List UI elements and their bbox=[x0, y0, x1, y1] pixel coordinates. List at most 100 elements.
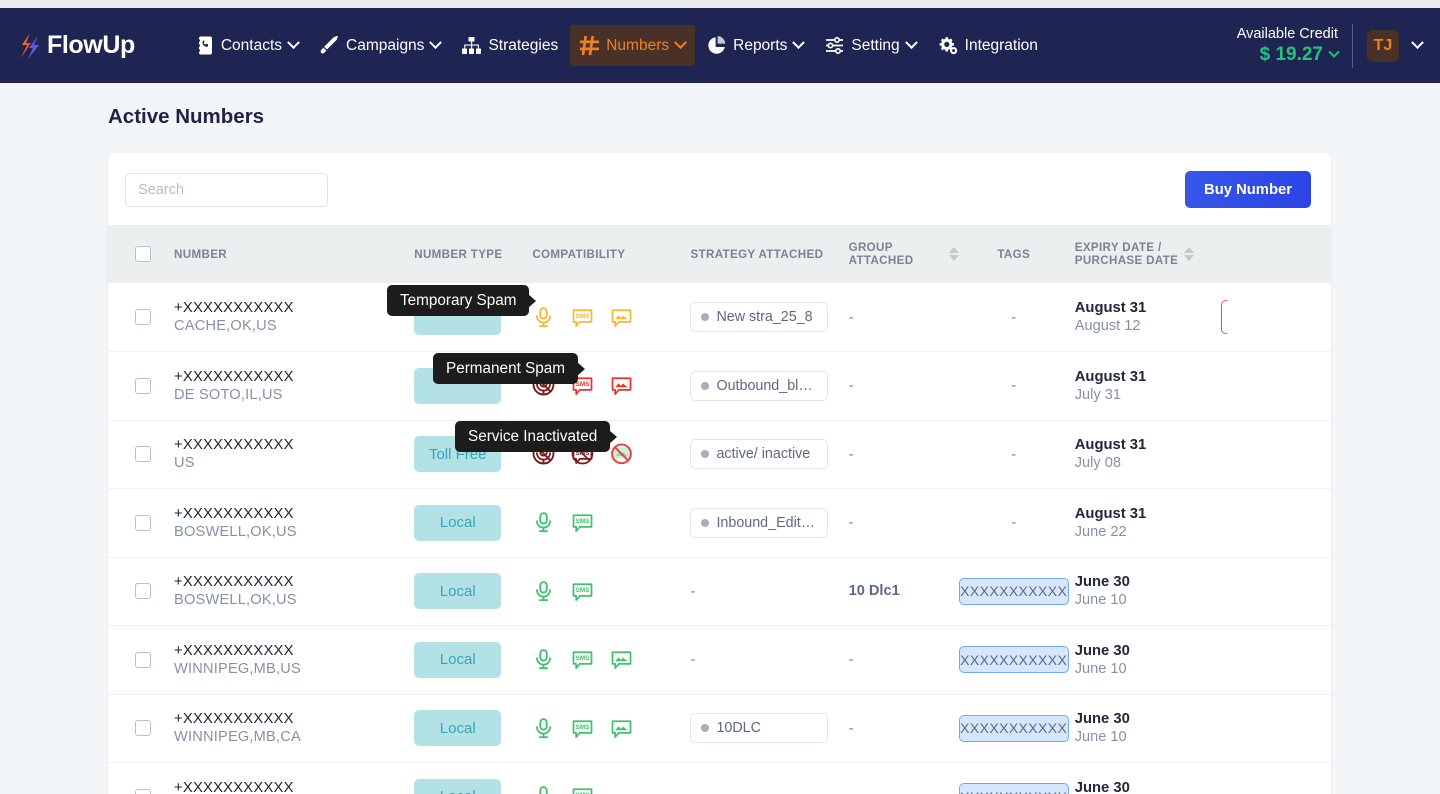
nav-item-setting[interactable]: Setting bbox=[815, 25, 925, 66]
tag-empty: - bbox=[1011, 445, 1017, 463]
row-checkbox[interactable] bbox=[135, 446, 151, 463]
table-header-row: NUMBER NUMBER TYPE COMPATIBILITY STRATEG… bbox=[108, 225, 1331, 283]
sms-icon[interactable]: SMS bbox=[571, 511, 594, 534]
row-checkbox[interactable] bbox=[135, 377, 151, 394]
row-checkbox[interactable] bbox=[135, 788, 151, 794]
search-input[interactable] bbox=[125, 172, 328, 207]
purchase-date: July 08 bbox=[1074, 455, 1121, 472]
nav-item-reports[interactable]: Reports bbox=[697, 25, 813, 66]
strategy-pill[interactable]: active/ inactive bbox=[690, 439, 829, 470]
row-checkbox[interactable] bbox=[135, 309, 151, 325]
number-cell: +XXXXXXXXXXX BOSWELL,OK,US bbox=[174, 489, 414, 558]
microphone-icon[interactable] bbox=[532, 717, 555, 740]
strategy-attached-cell: - bbox=[690, 763, 848, 794]
nav-item-label: Strategies bbox=[488, 36, 559, 54]
table-row[interactable]: +XXXXXXXXXXX WINNIPEG,MB,US Local SMS - - XXXX… bbox=[108, 626, 1331, 694]
table-row[interactable]: +XXXXXXXXXXX US Toll Free SMS active/ inacti… bbox=[108, 420, 1331, 489]
page-title: Active Numbers bbox=[108, 105, 265, 128]
nav-item-label: Setting bbox=[851, 36, 900, 54]
expiry-date: August 31 bbox=[1074, 368, 1147, 385]
expiry-date: June 30 bbox=[1074, 574, 1130, 591]
group-attached-cell: - bbox=[849, 420, 959, 489]
mms-image-icon[interactable] bbox=[610, 374, 633, 397]
tag-pill[interactable]: XXXXXXXXXXX bbox=[958, 783, 1069, 794]
available-credit[interactable]: Available Credit $ 19.27 bbox=[1237, 25, 1340, 67]
row-checkbox[interactable] bbox=[135, 720, 151, 737]
expiry-date-cell: June 30June 10 bbox=[1069, 763, 1221, 794]
column-header-strategy-attached[interactable]: STRATEGY ATTACHED bbox=[690, 225, 848, 283]
strategy-pill[interactable]: Outbound_bl… bbox=[690, 370, 829, 401]
brand-logo[interactable]: FlowUp bbox=[16, 31, 135, 61]
chevron-down-icon[interactable] bbox=[1328, 46, 1340, 58]
table-body: +XXXXXXXXXXX CACHE,OK,US SMS New stra_25_8… bbox=[108, 283, 1331, 794]
sms-icon[interactable]: SMS bbox=[571, 785, 594, 794]
strategy-attached-cell: New stra_25_8 bbox=[690, 283, 848, 352]
sms-icon[interactable]: SMS bbox=[571, 306, 594, 329]
nav-item-strategies[interactable]: Strategies bbox=[452, 26, 568, 66]
nav-item-integration[interactable]: Integration bbox=[928, 25, 1048, 66]
mms-image-icon[interactable] bbox=[610, 717, 633, 740]
column-header-number[interactable]: NUMBER bbox=[174, 225, 414, 283]
purchase-date: July 31 bbox=[1074, 386, 1121, 403]
actions-cell bbox=[1221, 694, 1331, 763]
card-toolbar: Buy Number bbox=[108, 153, 1331, 225]
microphone-icon[interactable] bbox=[532, 648, 555, 671]
row-checkbox[interactable] bbox=[135, 651, 151, 668]
tag-pill[interactable]: XXXXXXXXXXX bbox=[958, 646, 1069, 674]
table-row[interactable]: +XXXXXXXXXXXFARIBAULT,MN,USLocal SMS - - XXX… bbox=[108, 763, 1331, 794]
nav-item-campaigns[interactable]: Campaigns bbox=[310, 25, 450, 66]
microphone-icon[interactable] bbox=[532, 580, 555, 603]
sort-arrows-icon[interactable] bbox=[948, 247, 959, 261]
purchase-date: June 10 bbox=[1074, 592, 1127, 609]
strategy-pill[interactable]: 10DLC bbox=[690, 713, 829, 744]
mms-image-icon[interactable] bbox=[610, 306, 633, 329]
sort-arrows-icon[interactable] bbox=[1184, 247, 1195, 261]
nav-item-label: Contacts bbox=[220, 36, 283, 54]
row-checkbox[interactable] bbox=[135, 514, 151, 531]
select-all-checkbox[interactable] bbox=[135, 246, 151, 262]
number-type-badge: Local bbox=[414, 504, 502, 541]
strategy-pill[interactable]: New stra_25_8 bbox=[690, 302, 829, 332]
row-checkbox[interactable] bbox=[135, 583, 151, 600]
column-header-tags[interactable]: TAGS bbox=[959, 225, 1069, 283]
table-row[interactable]: +XXXXXXXXXXX WINNIPEG,MB,CA Local SMS 10DLC -… bbox=[108, 694, 1331, 763]
column-header-compatibility[interactable]: COMPATIBILITY bbox=[532, 225, 690, 283]
microphone-icon[interactable] bbox=[532, 785, 555, 794]
main-navbar: FlowUp Contacts Campaigns Strategies Num… bbox=[0, 8, 1440, 83]
table-row[interactable]: +XXXXXXXXXXX BOSWELL,OK,US Local SMS -10 Dlc… bbox=[108, 557, 1331, 626]
strategy-pill[interactable]: Inbound_Edit … bbox=[690, 507, 829, 538]
phone-number: +XXXXXXXXXXX bbox=[174, 574, 294, 591]
microphone-icon[interactable] bbox=[532, 511, 555, 534]
table-row[interactable]: +XXXXXXXXXXX BOSWELL,OK,US Local SMS Inbound… bbox=[108, 489, 1331, 558]
group-value: - bbox=[849, 788, 854, 794]
table-row[interactable]: +XXXXXXXXXXX DE SOTO,IL,US SMS Outbound_bl… bbox=[108, 352, 1331, 420]
number-cell: +XXXXXXXXXXX WINNIPEG,MB,CA bbox=[174, 694, 414, 763]
mms-blocked-icon[interactable] bbox=[610, 443, 633, 466]
avatar[interactable]: TJ bbox=[1367, 29, 1399, 62]
microphone-icon[interactable] bbox=[532, 306, 555, 329]
strategy-attached-cell: 10DLC bbox=[690, 694, 848, 763]
tag-pill[interactable]: XXXXXXXXXXX bbox=[958, 577, 1069, 605]
compatibility-cell: SMS bbox=[532, 489, 690, 558]
table-row[interactable]: +XXXXXXXXXXX CACHE,OK,US SMS New stra_25_8… bbox=[108, 283, 1331, 352]
chevron-down-icon[interactable] bbox=[1411, 36, 1424, 50]
sms-icon[interactable]: SMS bbox=[571, 717, 594, 740]
column-header-group-attached[interactable]: GROUP ATTACHED bbox=[849, 225, 959, 283]
megaphone-icon bbox=[320, 36, 339, 55]
status-dot-icon bbox=[701, 518, 710, 527]
row-action-button[interactable] bbox=[1220, 300, 1227, 334]
mms-image-icon[interactable] bbox=[610, 648, 633, 671]
row-select-cell bbox=[108, 694, 174, 763]
tag-pill[interactable]: XXXXXXXXXXX bbox=[958, 714, 1069, 742]
column-header-label: GROUP ATTACHED bbox=[848, 241, 914, 267]
sms-icon[interactable]: SMS bbox=[571, 580, 594, 603]
tags-cell: XXXXXXXXXXX bbox=[958, 557, 1069, 626]
column-header-number-type[interactable]: NUMBER TYPE bbox=[414, 225, 532, 283]
column-header-expiry-date[interactable]: EXPIRY DATE / PURCHASE DATE bbox=[1069, 225, 1221, 283]
nav-item-label: Reports bbox=[733, 36, 788, 54]
sms-icon[interactable]: SMS bbox=[571, 648, 594, 671]
buy-number-button[interactable]: Buy Number bbox=[1185, 171, 1311, 208]
nav-item-contacts[interactable]: Contacts bbox=[187, 25, 308, 66]
nav-item-numbers[interactable]: Numbers bbox=[570, 25, 696, 66]
nav-item-label: Integration bbox=[964, 36, 1038, 54]
